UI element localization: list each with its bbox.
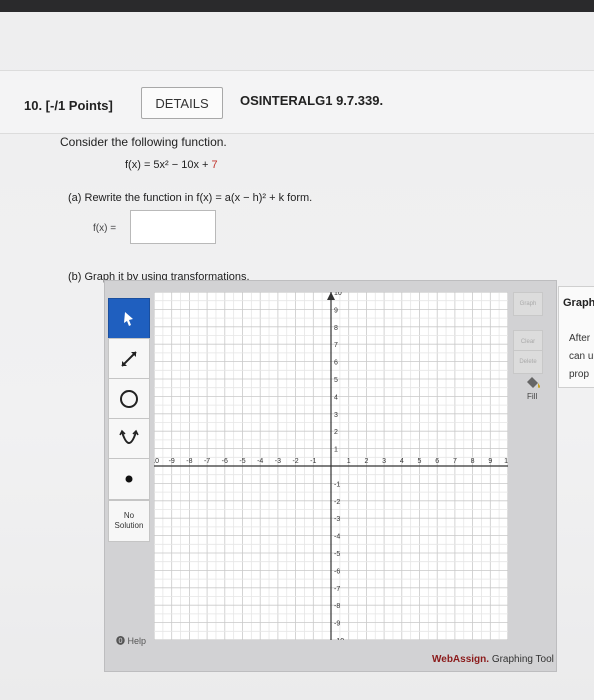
top-bar [0,0,594,12]
help-icon: ⓿ [116,636,126,646]
y-tick-label: -8 [334,603,340,610]
x-tick-label: 4 [400,458,404,465]
y-tick-label: 8 [334,325,338,332]
help-link[interactable]: ⓿ Help [116,634,146,647]
right-panel-title: Graph [563,297,594,309]
pointer-icon [124,312,133,326]
x-tick-label: -5 [239,458,245,465]
y-tick-label: 10 [334,292,342,297]
line-tool-button[interactable] [108,338,150,380]
x-tick-label: -10 [154,458,159,465]
y-tick-label: 7 [334,342,338,349]
y-tick-label: 1 [334,447,338,454]
y-tick-label: 5 [334,377,338,384]
point-tool-button[interactable] [108,458,150,500]
x-tick-label: -4 [257,458,263,465]
circle-tool-button[interactable] [108,378,150,420]
y-tick-label: -6 [334,568,340,575]
circle-icon [120,390,138,408]
right-panel-line: After [569,333,591,344]
x-tick-label: 8 [471,458,475,465]
brand-name: WebAssign. [432,654,490,665]
x-tick-label: 6 [435,458,439,465]
right-panel-line: can u [569,351,594,362]
webassign-brand: WebAssign. Graphing Tool [432,654,554,665]
x-tick-label: -6 [222,458,228,465]
question-number: 10. [-/1 Points] [24,98,113,113]
fill-label: Fill [527,392,538,401]
x-tick-label: -1 [310,458,316,465]
y-tick-label: -1 [334,481,340,488]
parabola-icon [119,429,139,444]
brand-suffix: Graphing Tool [489,654,554,665]
delete-side-button[interactable]: Delete [513,350,543,374]
x-tick-label: 1 [347,458,351,465]
y-tick-label: -9 [334,621,340,628]
function-definition: f(x) = 5x² − 10x + 7 [125,159,218,171]
y-tick-label: 6 [334,360,338,367]
y-tick-label: -7 [334,586,340,593]
x-tick-label: -7 [204,458,210,465]
y-tick-label: -4 [334,534,340,541]
y-tick-label: 2 [334,429,338,436]
details-button[interactable]: DETAILS [141,87,223,119]
answer-input[interactable] [130,210,216,244]
fill-icon[interactable] [524,374,542,390]
coordinate-grid[interactable]: -10 -9 -8 -7 -6 -5 -4 -3 -2 -1 1 2 3 4 5 6 7 8 9 10 10 9 8 7 6 5 4… [154,292,508,640]
x-tick-label: 3 [382,458,386,465]
no-solution-button[interactable]: No Solution [108,500,150,542]
x-tick-label: -9 [169,458,175,465]
y-tick-label: -10 [334,638,344,640]
y-tick-label: 3 [334,412,338,419]
x-tick-label: 9 [488,458,492,465]
x-tick-label: 10 [504,458,508,465]
x-tick-label: 5 [418,458,422,465]
y-tick-label: -5 [334,551,340,558]
function-constant: 7 [211,159,218,171]
answer-label: f(x) = [93,223,117,234]
y-tick-label: 9 [334,307,338,314]
part-a-instruction: (a) Rewrite the function in f(x) = a(x −… [68,192,313,204]
question-prompt: Consider the following function. [60,135,227,149]
x-tick-label: -3 [275,458,281,465]
line-icon [121,351,137,367]
right-panel-line: prop [569,369,590,380]
y-tick-label: 4 [334,394,338,401]
x-tick-label: -2 [292,458,298,465]
point-icon [125,475,133,483]
x-tick-label: 2 [364,458,368,465]
x-tick-label: 7 [453,458,457,465]
question-code: OSINTERALG1 9.7.339. [240,93,384,108]
function-text: f(x) = 5x² − 10x + [125,159,212,171]
x-tick-label: -8 [186,458,192,465]
graph-side-button[interactable]: Graph [513,292,543,316]
y-tick-label: -2 [334,499,340,506]
help-label: Help [127,636,147,646]
parabola-tool-button[interactable] [108,418,150,460]
pointer-tool-button[interactable] [108,298,150,340]
right-help-panel: Graph After can u prop [558,286,594,388]
y-tick-label: -3 [334,516,340,523]
